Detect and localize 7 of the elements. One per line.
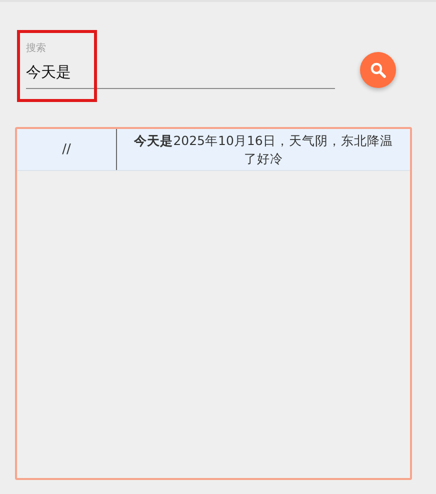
search-button[interactable] bbox=[360, 52, 396, 88]
search-field[interactable]: 今天是 bbox=[26, 64, 335, 88]
search-icon bbox=[370, 62, 386, 78]
table-cell: // bbox=[17, 129, 117, 170]
table-cell-text: 今天是2025年10月16日，天气阴，东北降温了好冷 bbox=[133, 132, 394, 168]
result-row[interactable]: // 今天是2025年10月16日，天气阴，东北降温了好冷 bbox=[17, 129, 410, 171]
field-label: 搜索 bbox=[26, 42, 47, 56]
